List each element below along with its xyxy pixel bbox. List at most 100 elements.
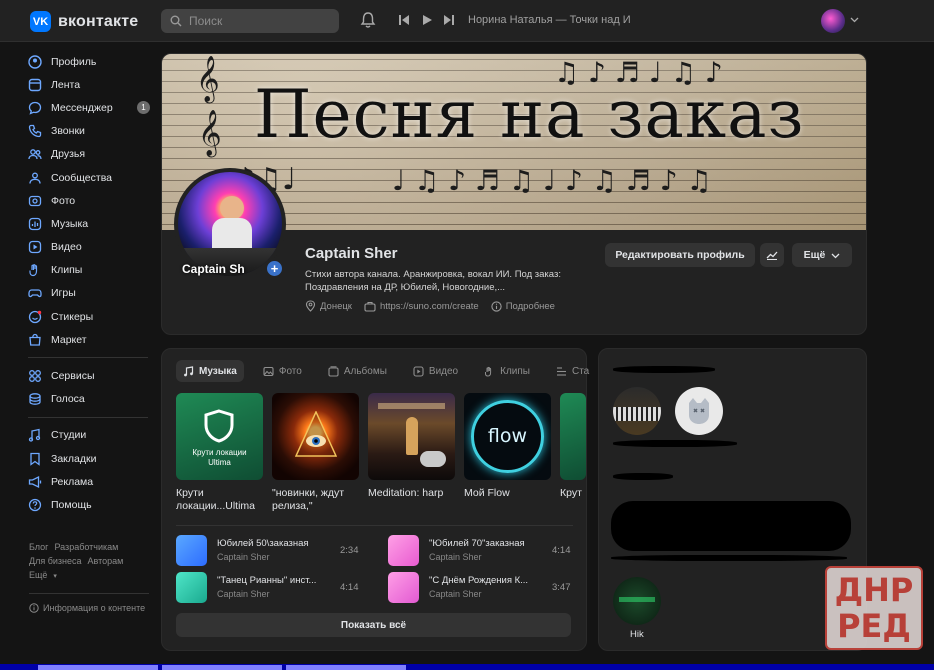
sidebar-item-votes[interactable]: Голоса (28, 388, 152, 411)
profile-site[interactable]: https://suno.com/create (364, 301, 479, 312)
album-cover (272, 393, 359, 480)
album-card[interactable]: "новинки, ждут релиза," (272, 393, 359, 513)
track-duration: 2:34 (340, 544, 359, 556)
track-artist: Captain Sher (429, 552, 482, 562)
friend-avatar[interactable] (613, 577, 661, 625)
track-title: Юбилей 50\заказная (217, 538, 309, 549)
footer-link-more[interactable]: Ещё (29, 570, 47, 580)
taskbar-button[interactable] (38, 665, 158, 670)
sidebar-item-bookmarks[interactable]: Закладки (28, 447, 152, 470)
footer-link-blog[interactable]: Блог (29, 542, 48, 552)
treble-clef-icon: 𝄞 (196, 56, 220, 102)
content-info-link[interactable]: Информация о контенте (29, 603, 145, 613)
tab-label: Фото (278, 365, 302, 377)
left-sidebar: Профиль Лента Мессенджер 1 Звонки Друзья … (28, 50, 152, 517)
album-cover: Крути локации Ultima (176, 393, 263, 480)
sidebar-item-photo[interactable]: Фото (28, 189, 152, 212)
profile-more-info[interactable]: Подробнее (491, 301, 555, 312)
sidebar-item-music[interactable]: Музыка (28, 212, 152, 235)
track-duration: 3:47 (552, 581, 571, 593)
footer-link-authors[interactable]: Авторам (88, 556, 124, 566)
track-title: "Танец Рианны" инст... (217, 575, 317, 586)
sidebar-item-friends[interactable]: Друзья (28, 143, 152, 166)
tab-photo[interactable]: Фото (256, 360, 309, 382)
track-row[interactable]: Юбилей 50\заказная Captain Sher 2:34 (176, 534, 376, 566)
album-cover-text: flow (487, 425, 528, 447)
add-photo-icon[interactable]: + (265, 259, 284, 278)
tab-video[interactable]: Видео (406, 360, 465, 382)
album-list: Крути локации Ultima Крути локации...Ult… (176, 393, 586, 513)
edit-profile-button[interactable]: Редактировать профиль (605, 243, 755, 267)
profile-city[interactable]: Донецк (305, 300, 352, 312)
profile-name: Captain Sher (305, 245, 398, 262)
track-row[interactable]: "Танец Рианны" инст... Captain Sher 4:14 (176, 571, 376, 603)
phone-icon (28, 125, 42, 138)
album-card[interactable]: Meditation: harp (368, 393, 455, 513)
track-row[interactable]: "Юбилей 70"заказная Captain Sher 4:14 (388, 534, 588, 566)
stats-button[interactable] (760, 243, 784, 267)
previous-track-icon[interactable] (398, 14, 410, 26)
sidebar-item-clips[interactable]: Клипы (28, 259, 152, 282)
now-playing-text[interactable]: Норина Наталья — Точки над И (468, 14, 631, 26)
media-panel: Музыка Фото Альбомы Видео Клипы Ста Крут… (161, 348, 589, 651)
more-button[interactable]: Ещё (792, 243, 852, 267)
vk-logo-icon: VK (30, 11, 51, 32)
header-avatar[interactable] (821, 9, 845, 33)
sidebar-item-ads[interactable]: Реклама (28, 470, 152, 493)
chevron-down-icon[interactable] (850, 15, 859, 24)
sidebar-item-calls[interactable]: Звонки (28, 120, 152, 143)
vk-logo-text: вконтакте (58, 12, 139, 30)
sidebar-item-help[interactable]: Помощь (28, 493, 152, 516)
taskbar-button[interactable] (162, 665, 282, 670)
sidebar-item-games[interactable]: Игры (28, 282, 152, 305)
sidebar-item-label: Помощь (51, 498, 92, 511)
show-all-button[interactable]: Показать всё (176, 613, 571, 637)
sidebar-item-label: Видео (51, 241, 82, 254)
tab-albums[interactable]: Альбомы (321, 360, 394, 382)
track-thumb (176, 534, 207, 566)
sidebar-item-market[interactable]: Маркет (28, 328, 152, 351)
play-icon[interactable] (421, 14, 433, 26)
sidebar-item-communities[interactable]: Сообщества (28, 166, 152, 189)
album-card[interactable]: flow Мой Flow (464, 393, 551, 513)
sidebar-item-label: Игры (51, 287, 76, 300)
search-box[interactable] (161, 9, 339, 33)
sidebar-item-profile[interactable]: Профиль (28, 50, 152, 73)
footer-link-business[interactable]: Для бизнеса (29, 556, 82, 566)
profile-more-info-label: Подробнее (505, 300, 555, 312)
taskbar-button[interactable] (286, 665, 406, 670)
bookmark-icon (30, 452, 40, 466)
album-card[interactable]: Крут (560, 393, 586, 513)
sidebar-item-label: Голоса (51, 393, 85, 406)
vk-logo[interactable]: VK вконтакте (30, 11, 138, 32)
search-icon (170, 15, 182, 27)
tiger-figure (420, 451, 446, 467)
footer-link-developers[interactable]: Разработчикам (54, 542, 118, 552)
bell-icon[interactable] (360, 11, 376, 29)
sidebar-item-studio[interactable]: Студии (28, 424, 152, 447)
friend-avatar[interactable] (675, 387, 723, 435)
sidebar-item-label: Фото (51, 194, 76, 207)
tab-label: Альбомы (343, 365, 387, 377)
clips-icon (485, 366, 492, 377)
friend-name[interactable]: Hik (630, 629, 644, 640)
sidebar-item-stickers[interactable]: Стикеры (28, 305, 152, 328)
avatar-caption: Captain Sh (182, 262, 245, 276)
track-row[interactable]: "С Днём Рождения К... Captain Sher 3:47 (388, 571, 588, 603)
search-input[interactable] (189, 14, 329, 28)
sidebar-item-services[interactable]: Сервисы (28, 364, 152, 387)
tab-articles[interactable]: Ста (549, 360, 596, 382)
sidebar-item-video[interactable]: Видео (28, 236, 152, 259)
album-card[interactable]: Крути локации Ultima Крути локации...Ult… (176, 393, 263, 513)
album-title: Крути локации...Ultima (176, 487, 255, 512)
tab-label: Ста (571, 365, 590, 377)
sidebar-item-feed[interactable]: Лента (28, 73, 152, 96)
sidebar-item-messenger[interactable]: Мессенджер 1 (28, 96, 152, 119)
tab-music[interactable]: Музыка (176, 360, 244, 382)
tab-clips[interactable]: Клипы (477, 360, 537, 382)
sidebar-item-label: Закладки (51, 452, 97, 465)
albums-icon (328, 365, 339, 377)
harpist-figure (406, 417, 418, 455)
friend-avatar[interactable] (613, 387, 661, 435)
next-track-icon[interactable] (443, 14, 455, 26)
